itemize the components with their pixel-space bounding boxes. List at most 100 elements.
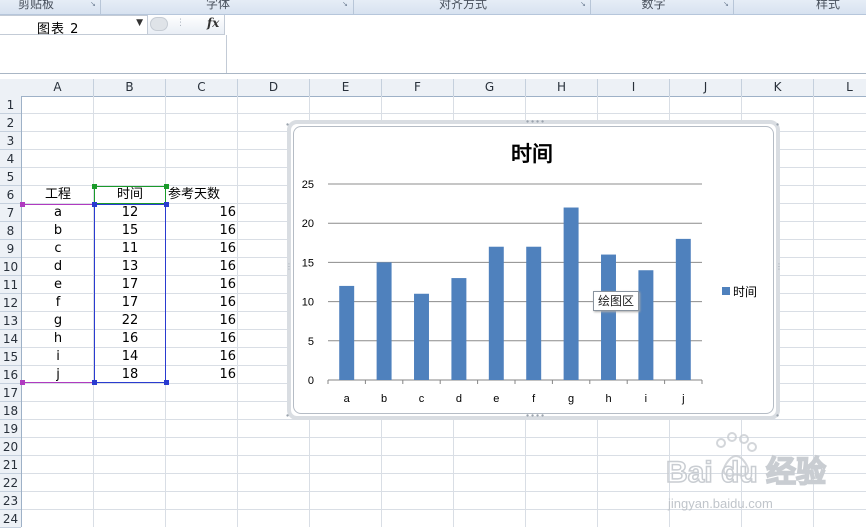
column-header-d[interactable]: D: [238, 79, 310, 96]
column-header-l[interactable]: L: [814, 79, 866, 96]
bar-f: [526, 246, 542, 380]
row-header-14[interactable]: 14: [0, 330, 21, 348]
column-header-a[interactable]: A: [22, 79, 94, 96]
chart-plot-area[interactable]: 0 5 10 15 20 25 a b c d e f g h i j: [290, 170, 720, 415]
column-header-c[interactable]: C: [166, 79, 238, 96]
bar-d: [451, 278, 467, 380]
chart-resize-handle-bottomright[interactable]: ∙: [775, 411, 780, 420]
ribbon-group-clipboard: 剪贴板: [17, 0, 54, 11]
x-tick-label: i: [645, 393, 647, 405]
row-header-15[interactable]: 15: [0, 348, 21, 366]
number-launcher-icon[interactable]: ↘: [723, 0, 731, 8]
row-header-12[interactable]: 12: [0, 294, 21, 312]
selection-handle[interactable]: [164, 184, 169, 189]
column-header-i[interactable]: I: [598, 79, 670, 96]
column-header-g[interactable]: G: [454, 79, 526, 96]
row-header-24[interactable]: 24: [0, 510, 21, 528]
font-launcher-icon[interactable]: ↘: [342, 0, 350, 8]
table-cell[interactable]: 16: [166, 348, 236, 366]
bar-a: [339, 285, 355, 380]
baidu-jingyan-watermark: Bai du 经验 jingyan.baidu.com: [665, 432, 827, 511]
row-header-4[interactable]: 4: [0, 150, 21, 168]
table-cell[interactable]: 16: [166, 276, 236, 294]
row-header-22[interactable]: 22: [0, 474, 21, 492]
row-header-11[interactable]: 11: [0, 276, 21, 294]
column-header-f[interactable]: F: [382, 79, 454, 96]
x-tick-label: e: [493, 393, 499, 405]
table-cell[interactable]: 16: [166, 240, 236, 258]
name-box[interactable]: 图表 2 ▼: [0, 15, 148, 37]
column-header-k[interactable]: K: [742, 79, 814, 96]
formula-bar-grip-icon: ⋮: [176, 18, 185, 28]
ribbon-group-number: 数字: [641, 0, 666, 11]
table-cell[interactable]: 16: [166, 222, 236, 240]
x-tick-label: c: [419, 393, 425, 405]
formula-bar-resize-handle[interactable]: [150, 17, 168, 31]
row-header-bar: 1 2 3 4 5 6 7 8 9 10 11 12 13 14 15 16 17 18 19 20 21 22 23 24: [0, 96, 22, 528]
column-header-e[interactable]: E: [310, 79, 382, 96]
row-header-13[interactable]: 13: [0, 312, 21, 330]
bar-j: [675, 238, 691, 380]
column-header-j[interactable]: J: [670, 79, 742, 96]
x-tick-label: j: [681, 393, 684, 405]
row-header-1[interactable]: 1: [0, 96, 21, 114]
x-tick-label: d: [456, 393, 462, 405]
cell-header-project[interactable]: 工程: [22, 186, 94, 204]
selection-handle[interactable]: [92, 380, 97, 385]
column-header-b[interactable]: B: [94, 79, 166, 96]
alignment-launcher-icon[interactable]: ↘: [580, 0, 588, 8]
row-header-19[interactable]: 19: [0, 420, 21, 438]
selection-handle[interactable]: [164, 380, 169, 385]
cell-header-reference-days[interactable]: 参考天数: [168, 186, 258, 204]
row-header-17[interactable]: 17: [0, 384, 21, 402]
selection-range-a: [22, 204, 94, 383]
y-tick-label: 10: [302, 297, 314, 309]
selection-handle[interactable]: [164, 202, 169, 207]
name-box-dropdown-icon[interactable]: ▼: [136, 18, 143, 28]
insert-function-button[interactable]: fx: [207, 16, 219, 30]
table-cell[interactable]: 16: [166, 366, 236, 384]
row-header-16[interactable]: 16: [0, 366, 21, 384]
table-cell[interactable]: 16: [166, 258, 236, 276]
selection-handle[interactable]: [20, 380, 25, 385]
column-header-bar: ABCDEFGHIJKL: [0, 79, 866, 97]
table-cell[interactable]: 16: [166, 294, 236, 312]
chart-title[interactable]: 时间: [500, 138, 564, 168]
row-header-18[interactable]: 18: [0, 402, 21, 420]
bar-e: [488, 246, 504, 380]
chart-resize-handle-topright[interactable]: ∙: [775, 120, 780, 129]
row-header-21[interactable]: 21: [0, 456, 21, 474]
row-header-5[interactable]: 5: [0, 168, 21, 186]
ribbon-group-bar: 剪贴板 ↘ 字体 ↘ 对齐方式 ↘ 数字 ↘ 样式: [0, 0, 866, 15]
formula-buttons: ⋮ fx: [148, 15, 225, 35]
y-tick-label: 5: [308, 336, 314, 348]
row-header-3[interactable]: 3: [0, 132, 21, 150]
row-header-8[interactable]: 8: [0, 222, 21, 240]
chart-resize-handle-right[interactable]: ⋮: [775, 262, 783, 271]
y-tick-label: 20: [302, 218, 314, 230]
selection-handle[interactable]: [92, 184, 97, 189]
legend-label: 时间: [733, 285, 758, 299]
row-header-6[interactable]: 6: [0, 186, 21, 204]
selection-handle[interactable]: [92, 202, 97, 207]
table-cell[interactable]: 16: [166, 330, 236, 348]
row-header-9[interactable]: 9: [0, 240, 21, 258]
row-header-23[interactable]: 23: [0, 492, 21, 510]
clipboard-launcher-icon[interactable]: ↘: [90, 0, 98, 8]
formula-bar-left-pane: [0, 35, 227, 73]
selection-header-b: [94, 186, 166, 204]
row-header-10[interactable]: 10: [0, 258, 21, 276]
chart-resize-handle-top[interactable]: ∙∙∙∙: [525, 117, 545, 126]
column-header-h[interactable]: H: [526, 79, 598, 96]
plot-area-tooltip: 绘图区: [593, 291, 640, 311]
row-header-2[interactable]: 2: [0, 114, 21, 132]
x-tick-label: h: [605, 393, 611, 405]
row-header-7[interactable]: 7: [0, 204, 21, 222]
table-cell[interactable]: 16: [166, 204, 236, 222]
selection-handle[interactable]: [20, 202, 25, 207]
table-cell[interactable]: 16: [166, 312, 236, 330]
chart-resize-handle-topleft[interactable]: ∙: [285, 120, 290, 129]
y-tick-label: 0: [308, 375, 314, 387]
legend-swatch: [722, 287, 730, 295]
row-header-20[interactable]: 20: [0, 438, 21, 456]
